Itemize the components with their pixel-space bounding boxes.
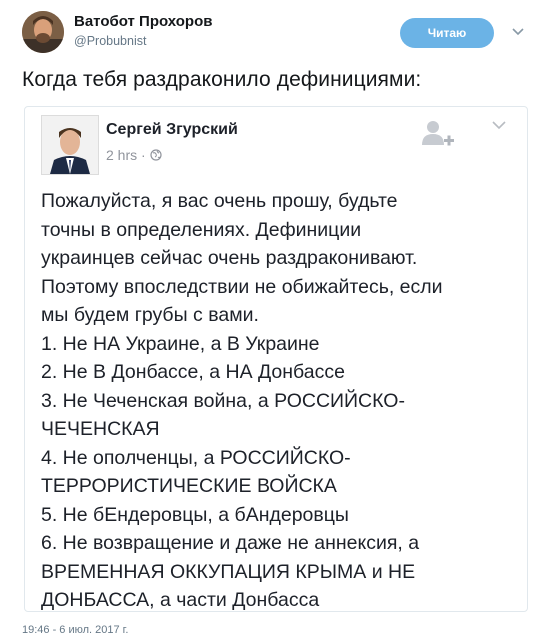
tweet-header: Ватобот Прохоров @Probubnist Читаю (0, 0, 547, 60)
post-line: Пожалуйста, я вас очень прошу, будьте (41, 190, 398, 212)
post-line: ДОНБАССА, а части Донбасса (41, 589, 320, 611)
post-time[interactable]: 2 hrs · (106, 147, 146, 163)
post-line: точны в определениях. Дефиниции (41, 218, 362, 241)
follow-button[interactable]: Читаю (400, 18, 494, 48)
chevron-down-icon[interactable] (512, 28, 524, 36)
post-line: 3. Не Чеченская война, а РОССИЙСКО- (41, 389, 405, 412)
tweet-timestamp[interactable]: 19:46 - 6 июл. 2017 г. (22, 624, 128, 636)
post-line: ЧЕЧЕНСКАЯ (41, 418, 160, 440)
author-handle[interactable]: @Probubnist (74, 34, 146, 48)
author-name[interactable]: Ватобот Прохоров (74, 13, 212, 30)
post-line: украинцев сейчас очень раздраконивают. (41, 247, 418, 269)
add-friend-icon[interactable] (419, 117, 455, 153)
post-line: 5. Не бЕндеровцы, а бАндеровцы (41, 503, 349, 526)
quoted-author-name[interactable]: Сергей Згурский (106, 121, 238, 139)
post-options-chevron-icon[interactable] (492, 121, 506, 130)
quoted-post-text: Пожалуйста, я вас очень прошу, будьте то… (41, 187, 523, 611)
globe-icon (150, 149, 162, 161)
post-line: 1. Не НА Украине, а В Украине (41, 332, 320, 355)
post-line: ТЕРРОРИСТИЧЕСКИЕ ВОЙСКА (41, 475, 337, 497)
post-line: мы будем грубы с вами. (41, 304, 259, 326)
quoted-author-avatar[interactable] (41, 115, 99, 175)
post-line: ВРЕМЕННАЯ ОККУПАЦИЯ КРЫМА и НЕ (41, 560, 416, 583)
post-line: 4. Не ополченцы, а РОССИЙСКО- (41, 446, 351, 469)
post-meta: 2 hrs · (106, 147, 162, 163)
tweet-text: Когда тебя раздраконило дефинициями: (22, 68, 422, 91)
post-line: 6. Не возвращение и даже не аннексия, а (41, 532, 420, 554)
post-line: 2. Не В Донбассе, а НА Донбассе (41, 361, 345, 383)
post-line: Поэтому впоследствии не обижайтесь, если (41, 275, 443, 298)
author-avatar[interactable] (22, 11, 64, 53)
quoted-post-card[interactable]: Сергей Згурский 2 hrs · Пожалуйста, я ва… (24, 106, 528, 612)
